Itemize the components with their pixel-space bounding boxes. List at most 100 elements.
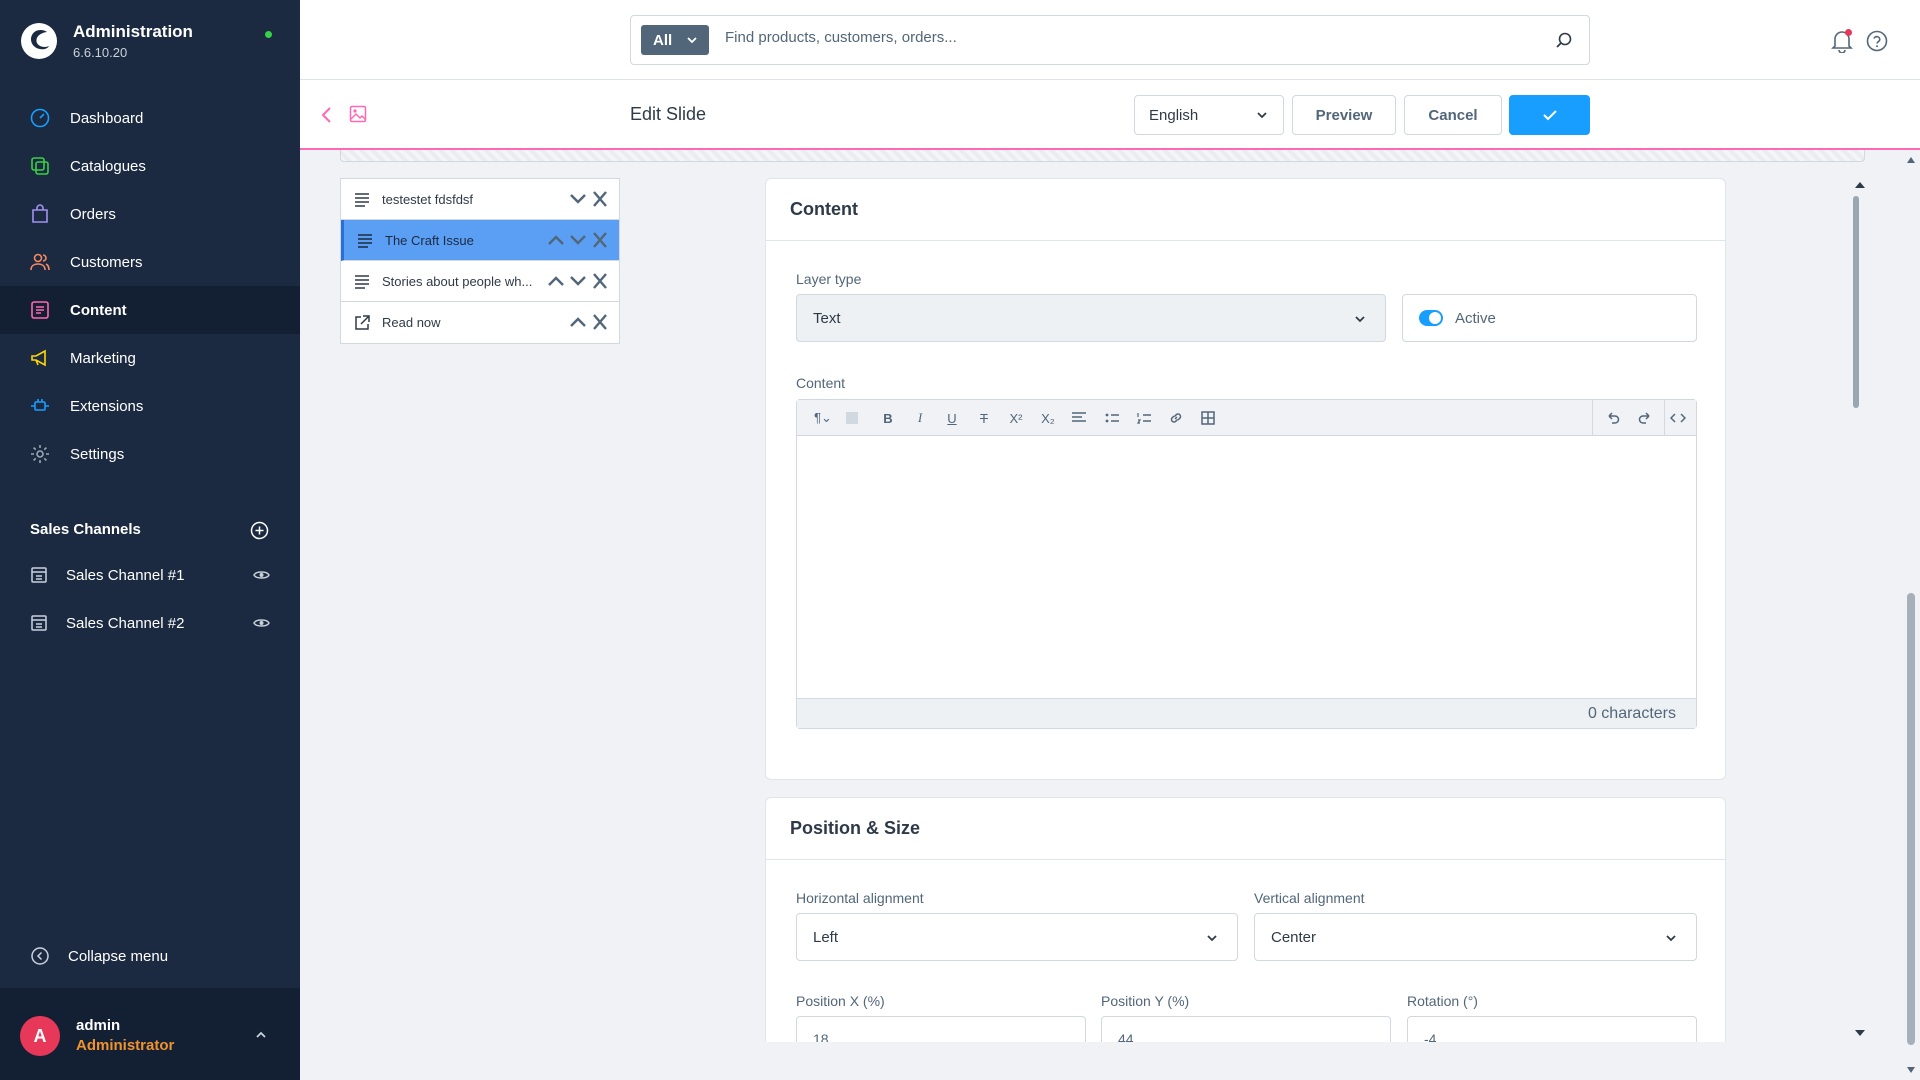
text-layer-icon (358, 234, 372, 248)
nav-item-customers[interactable]: Customers (0, 238, 300, 286)
user-menu[interactable]: A admin Administrator (0, 988, 300, 1080)
layer-label: Stories about people wh... (382, 273, 533, 289)
image-icon (349, 105, 367, 123)
catalogue-icon (28, 154, 52, 178)
shopware-logo-icon (21, 23, 57, 59)
cancel-button[interactable]: Cancel (1404, 95, 1502, 135)
nav-item-marketing[interactable]: Marketing (0, 334, 300, 382)
editor-body[interactable] (797, 436, 1696, 698)
help-icon[interactable] (1866, 30, 1888, 52)
brand[interactable]: Administration 6.6.10.20 (20, 22, 193, 60)
nav-item-catalogues[interactable]: Catalogues (0, 142, 300, 190)
code-view-icon[interactable] (1669, 409, 1687, 427)
underline-icon[interactable]: U (943, 409, 961, 427)
language-select[interactable]: English (1134, 95, 1284, 135)
megaphone-icon (28, 346, 52, 370)
eye-icon[interactable] (253, 569, 270, 581)
layer-type-select[interactable]: Text (796, 294, 1386, 342)
link-icon[interactable] (1167, 409, 1185, 427)
superscript-icon[interactable]: X² (1007, 409, 1025, 427)
preview-button[interactable]: Preview (1292, 95, 1396, 135)
nav-item-content[interactable]: Content (0, 286, 300, 334)
save-button[interactable] (1509, 95, 1590, 135)
chevron-up-icon[interactable] (254, 1030, 268, 1040)
subscript-icon[interactable]: X₂ (1039, 409, 1057, 427)
sales-channels-title: Sales Channels (30, 521, 141, 538)
layer-item[interactable]: Stories about people wh... (341, 261, 619, 302)
nav-item-dashboard[interactable]: Dashboard (0, 94, 300, 142)
nav-label: Marketing (70, 349, 136, 367)
remove-icon[interactable] (591, 314, 609, 330)
horizontal-alignment-select[interactable]: Left (796, 913, 1238, 961)
remove-icon[interactable] (591, 232, 609, 248)
move-up-icon[interactable] (547, 273, 565, 289)
background-icon[interactable] (843, 409, 861, 427)
position-x-label: Position X (%) (796, 993, 885, 1009)
remove-icon[interactable] (591, 191, 609, 207)
move-down-icon[interactable] (569, 273, 587, 289)
numbered-list-icon[interactable] (1135, 409, 1153, 427)
italic-icon[interactable]: I (911, 409, 929, 427)
bold-icon[interactable]: B (879, 409, 897, 427)
bullet-list-icon[interactable] (1103, 409, 1121, 427)
align-icon[interactable] (1065, 409, 1093, 427)
storefront-icon (31, 615, 47, 631)
status-indicator (265, 31, 272, 38)
sales-channel-item[interactable]: Sales Channel #1 (0, 555, 300, 595)
layer-label: testestet fdsfdsf (382, 191, 474, 207)
slide-preview-strip (340, 150, 1865, 162)
redo-icon[interactable] (1636, 409, 1654, 427)
layer-label: Read now (382, 315, 441, 330)
move-down-icon[interactable] (569, 191, 587, 207)
user-role: Administrator (76, 1037, 175, 1054)
language-value: English (1149, 106, 1199, 124)
nav-item-orders[interactable]: Orders (0, 190, 300, 238)
layer-type-value: Text (813, 309, 841, 327)
users-icon (28, 250, 52, 274)
table-icon[interactable] (1199, 409, 1217, 427)
strikethrough-icon[interactable]: T (975, 409, 993, 427)
layer-item[interactable]: Read now (341, 302, 619, 343)
search-icon[interactable] (1555, 31, 1573, 49)
eye-icon[interactable] (253, 617, 270, 629)
content-label: Content (796, 375, 846, 391)
active-label: Active (1455, 309, 1496, 327)
add-sales-channel-icon[interactable] (250, 521, 269, 540)
search-type-dropdown[interactable]: All (641, 25, 709, 55)
nav-item-settings[interactable]: Settings (0, 430, 300, 478)
editor-toolbar: ¶⌄ B I U T X² X₂ (797, 400, 1696, 436)
nav-item-extensions[interactable]: Extensions (0, 382, 300, 430)
text-layer-icon (355, 275, 369, 289)
layer-type-label: Layer type (796, 271, 862, 287)
sales-channel-item[interactable]: Sales Channel #2 (0, 603, 300, 643)
chevron-down-icon (687, 37, 697, 44)
layer-item[interactable]: The Craft Issue (341, 220, 619, 261)
remove-icon[interactable] (591, 273, 609, 289)
avatar: A (20, 1016, 60, 1056)
move-up-icon[interactable] (547, 232, 565, 248)
search-input[interactable] (725, 29, 1525, 46)
scroll-down-icon[interactable] (1854, 1029, 1866, 1037)
shopping-bag-icon (28, 202, 52, 226)
layer-item[interactable]: testestet fdsfdsf (341, 179, 619, 220)
page-scroll-down-icon[interactable] (1906, 1066, 1916, 1074)
vertical-alignment-select[interactable]: Center (1254, 913, 1697, 961)
search-type-label: All (653, 31, 673, 49)
active-switch-field: Active (1402, 294, 1697, 342)
undo-icon[interactable] (1604, 409, 1622, 427)
move-down-icon[interactable] (569, 232, 587, 248)
scroll-up-icon[interactable] (1854, 181, 1866, 189)
move-up-icon[interactable] (569, 314, 587, 330)
notification-badge (1845, 29, 1852, 36)
paragraph-format-icon[interactable]: ¶⌄ (809, 409, 837, 427)
nav-label: Extensions (70, 397, 144, 415)
rotation-label: Rotation (°) (1407, 993, 1478, 1009)
inner-scrollbar-thumb[interactable] (1853, 196, 1859, 408)
page-scrollbar-thumb[interactable] (1907, 593, 1915, 1045)
back-icon[interactable] (320, 106, 332, 124)
collapse-menu-button[interactable]: Collapse menu (30, 946, 168, 966)
layer-list: testestet fdsfdsf The Craft Issue Storie… (340, 178, 620, 344)
viewport-bottom (300, 1042, 1906, 1080)
page-scroll-up-icon[interactable] (1906, 156, 1916, 164)
active-toggle[interactable] (1419, 310, 1443, 326)
